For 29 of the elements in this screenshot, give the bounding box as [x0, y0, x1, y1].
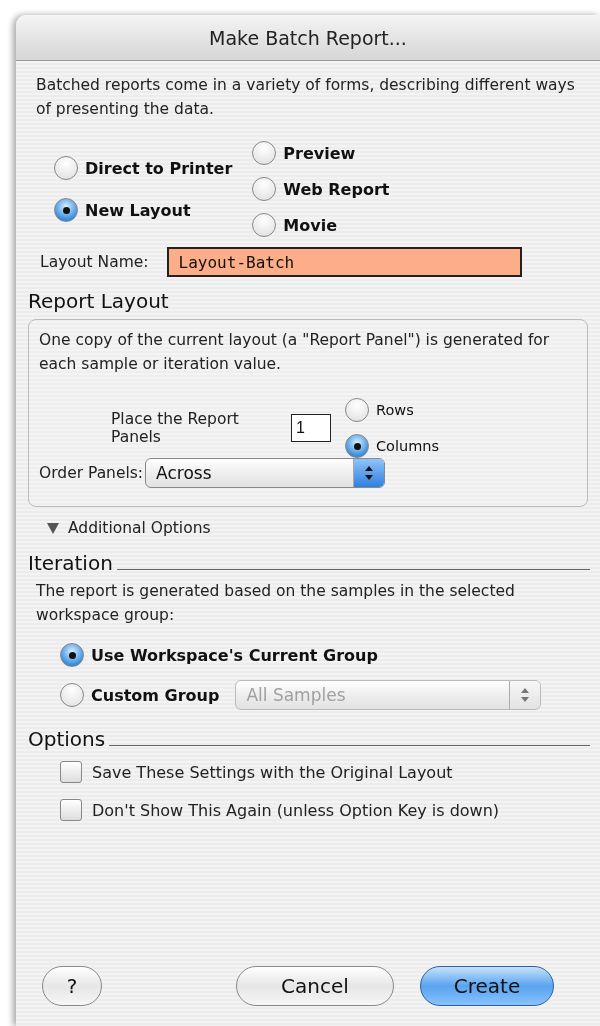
create-button[interactable]: Create — [420, 966, 554, 1006]
radio-button[interactable]: Custom Group — [60, 677, 220, 713]
help-button[interactable]: ? — [42, 966, 102, 1006]
window-title: Make Batch Report... — [209, 26, 407, 49]
intro-text: Batched reports come in a variety of forms, describing different ways of presenting the data. — [36, 75, 576, 120]
stepper-arrows-icon — [364, 465, 375, 481]
section-heading: Options — [28, 727, 106, 751]
checkbox[interactable]: Don't Show This Again (unless Option Key is down) — [60, 791, 590, 829]
field-label: Place the Report Panels — [111, 410, 240, 446]
description-text: The report is generated based on the samples in the selected workspace group: — [36, 581, 516, 626]
radio-button[interactable]: Use Workspace's Current Group — [60, 637, 590, 673]
radio-button[interactable]: Direct to Printer — [54, 147, 233, 189]
radio-button[interactable]: Movie — [252, 207, 390, 243]
count-field[interactable]: 1 — [291, 414, 331, 442]
section-heading: Iteration — [28, 551, 113, 575]
radio-button[interactable]: New Layout — [54, 189, 233, 231]
cancel-button[interactable]: Cancel — [236, 966, 394, 1006]
layout-name-field[interactable]: Layout-Batch — [166, 247, 522, 277]
field-label: Layout Name: — [40, 253, 149, 271]
description-text: One copy of the current layout (a "Report Panel") is generated for each sample or iteration value. — [39, 330, 551, 375]
disclosure-toggle[interactable]: Additional Options — [46, 519, 590, 537]
checkbox[interactable]: Save These Settings with the Original Layout — [60, 753, 590, 791]
section-heading: Report Layout — [28, 289, 169, 313]
radio-button[interactable]: Web Report — [252, 171, 390, 207]
popup-menu[interactable]: Across — [145, 458, 386, 488]
radio-button[interactable]: Rows — [345, 392, 440, 428]
field-label: Order Panels: — [39, 464, 144, 482]
radio-button[interactable]: Preview — [252, 135, 390, 171]
stepper-arrows-icon — [520, 687, 531, 703]
